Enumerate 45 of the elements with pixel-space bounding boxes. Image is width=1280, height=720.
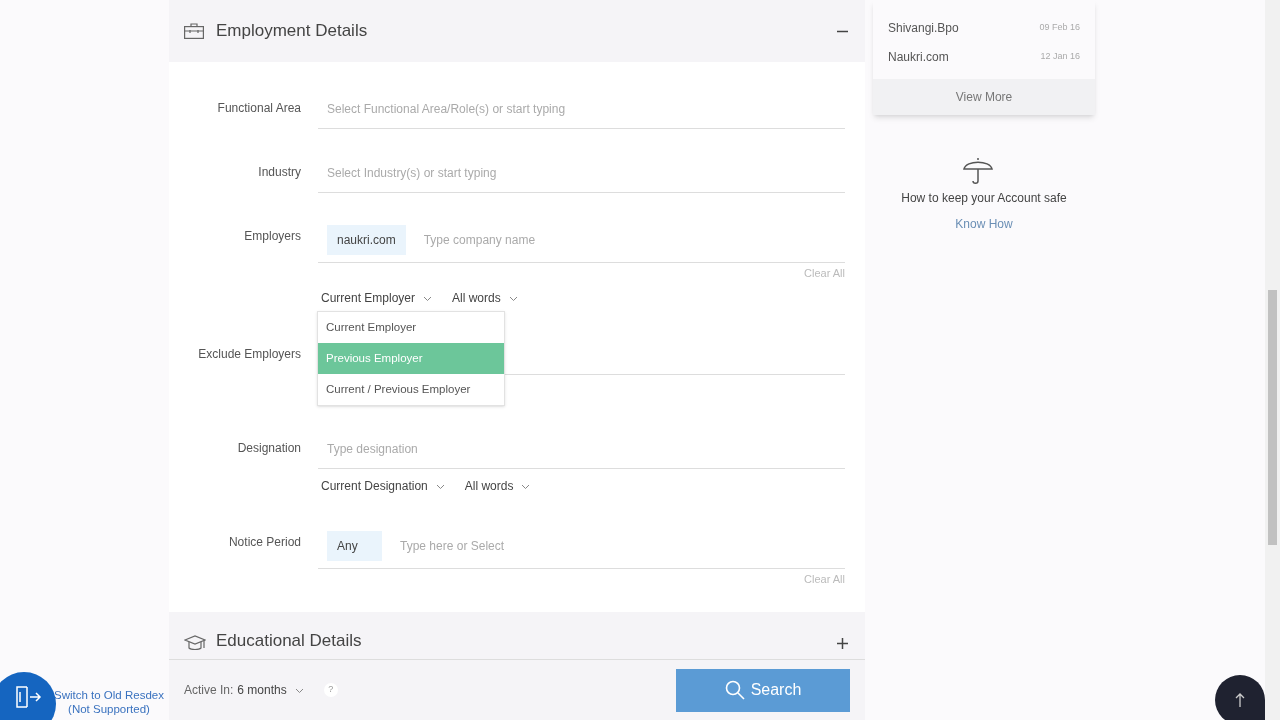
selected-chip[interactable]: naukri.com (327, 224, 406, 255)
input-field[interactable]: Type here or Select (400, 536, 845, 555)
field-label: Designation (237, 441, 301, 455)
filter-dropdown[interactable]: Current Employer (321, 289, 433, 307)
umbrella-icon (963, 157, 993, 185)
field-label: Industry (258, 165, 301, 179)
menu-option[interactable]: Current / Previous Employer (318, 374, 504, 405)
chevron-down-icon (521, 484, 531, 490)
active-in-label: Active In: (184, 682, 234, 699)
filter-dropdown[interactable]: Current Designation (321, 477, 445, 495)
scroll-to-top-button[interactable] (1215, 675, 1265, 720)
search-date: 12 Jan 16 (1040, 49, 1080, 63)
field-label: Employers (244, 229, 301, 243)
briefcase-icon (184, 23, 204, 39)
recent-search-link[interactable]: Shivangi.Bpo (888, 18, 959, 37)
arrow-up-icon (1235, 693, 1245, 707)
input-field[interactable]: Type company name (423, 230, 845, 249)
search-date: 09 Feb 16 (1039, 20, 1080, 34)
switch-link[interactable]: Switch to Old Resdex (Not Supported) (54, 688, 164, 716)
input-field[interactable]: Type designation (327, 439, 845, 458)
menu-option[interactable]: Current Employer (318, 312, 504, 343)
search-icon (724, 680, 745, 700)
selected-chip[interactable]: Any (327, 530, 382, 561)
exit-door-icon (16, 686, 42, 708)
field-label: Functional Area (217, 101, 301, 115)
scrollbar-thumb[interactable] (1268, 290, 1277, 545)
chevron-down-icon (435, 484, 445, 490)
input-field[interactable]: Select Functional Area/Role(s) or start typing (327, 99, 845, 118)
chevron-down-icon (508, 296, 518, 302)
scrollbar[interactable] (1265, 0, 1280, 720)
safety-tip-text: How to keep your Account safe (901, 190, 1067, 207)
chevron-down-icon (294, 688, 304, 694)
chevron-down-icon (423, 296, 433, 302)
field-label: Notice Period (228, 535, 301, 549)
filter-dropdown[interactable]: All words (464, 477, 531, 495)
active-in-dropdown[interactable]: 6 months (237, 681, 304, 699)
recent-search-link[interactable]: Naukri.com (888, 47, 949, 66)
section-title[interactable]: Educational Details (216, 627, 362, 653)
section-title[interactable]: Employment Details (216, 18, 368, 44)
input-field[interactable]: Select Industry(s) or start typing (327, 163, 845, 182)
expand-icon[interactable] (837, 638, 848, 649)
filter-dropdown[interactable]: All words (452, 289, 518, 307)
view-more-button[interactable]: View More (873, 79, 1095, 115)
field-label: Exclude Employers (198, 347, 301, 361)
graduation-cap-icon (184, 635, 206, 653)
